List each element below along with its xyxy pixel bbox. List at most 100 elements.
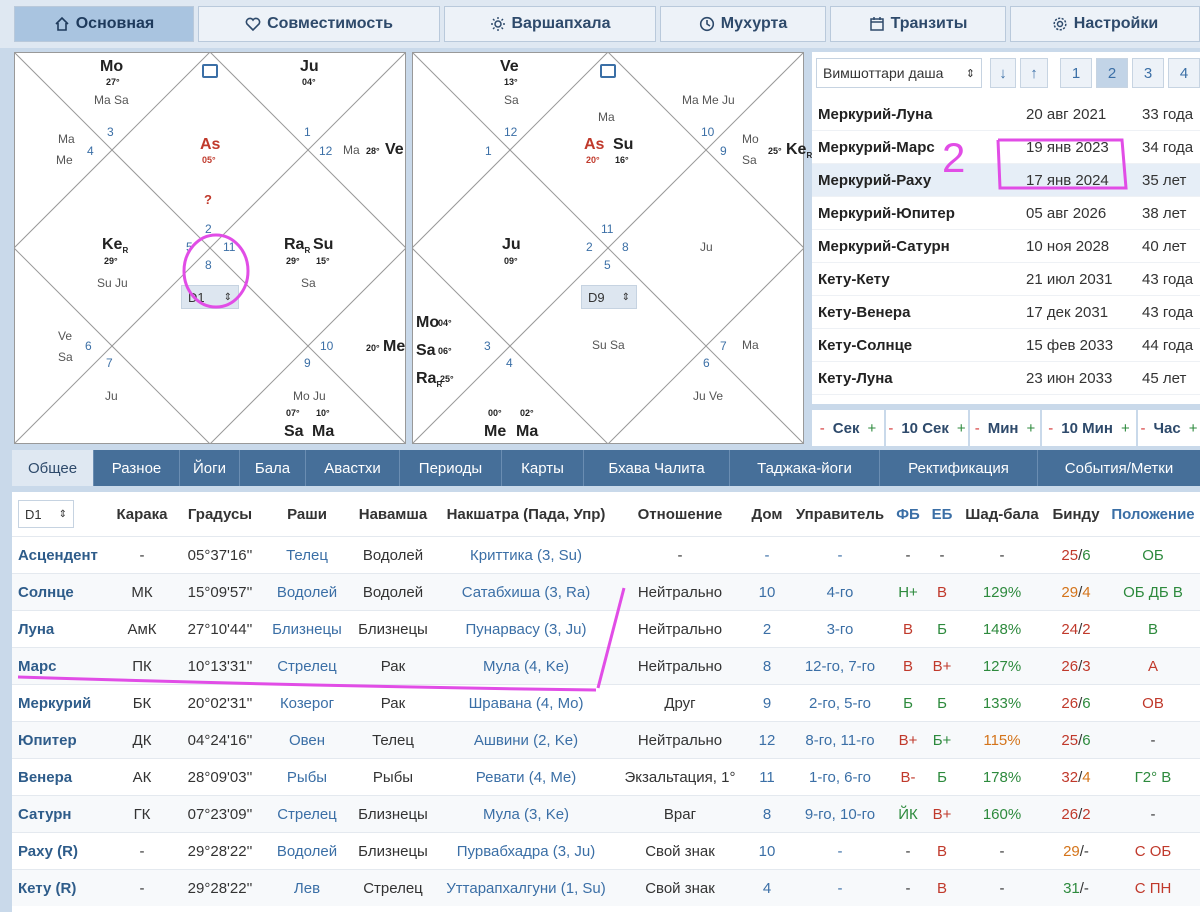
- cell-house[interactable]: -: [744, 537, 790, 573]
- tab-yogas[interactable]: Йоги: [180, 450, 240, 486]
- cell-nakshatra[interactable]: Сатабхиша (3, Ra): [436, 574, 616, 610]
- tab-varshaphala[interactable]: Варшапхала: [444, 6, 656, 42]
- cell-lord[interactable]: 9-го, 10-го: [790, 796, 890, 832]
- decrement-button[interactable]: -: [975, 420, 980, 437]
- cell-rashi[interactable]: Близнецы: [264, 611, 350, 647]
- cell-house[interactable]: 8: [744, 796, 790, 832]
- tab-tajaka-yogas[interactable]: Таджака-йоги: [730, 450, 880, 486]
- cell-nakshatra[interactable]: Ревати (4, Me): [436, 759, 616, 795]
- cell-house[interactable]: 9: [744, 685, 790, 721]
- cell-rashi[interactable]: Рыбы: [264, 759, 350, 795]
- cell-nakshatra[interactable]: Пурвабхадра (3, Ju): [436, 833, 616, 869]
- cell-lord[interactable]: 3-го: [790, 611, 890, 647]
- tab-events-tags[interactable]: События/Метки: [1038, 450, 1200, 486]
- tab-rectification[interactable]: Ректификация: [880, 450, 1038, 486]
- cell-lord[interactable]: 8-го, 11-го: [790, 722, 890, 758]
- table-division-select[interactable]: D1 ⇕: [18, 500, 74, 528]
- cell-rashi[interactable]: Водолей: [264, 574, 350, 610]
- cell-nakshatra[interactable]: Ашвини (2, Ke): [436, 722, 616, 758]
- table-row[interactable]: Раху (R) - 29°28'22'' Водолей Близнецы Пурваб…: [12, 832, 1200, 869]
- cell-house[interactable]: 11: [744, 759, 790, 795]
- cell-rashi[interactable]: Стрелец: [264, 648, 350, 684]
- dasha-row[interactable]: Меркурий-Луна 20 авг 2021 33 года: [812, 98, 1200, 131]
- table-row[interactable]: Луна АмК 27°10'44'' Близнецы Близнецы Пунарва…: [12, 610, 1200, 647]
- tab-general[interactable]: Общее: [12, 450, 94, 486]
- tab-charts[interactable]: Карты: [502, 450, 584, 486]
- cell-house[interactable]: 10: [744, 574, 790, 610]
- cell-house[interactable]: 4: [744, 870, 790, 906]
- column-header[interactable]: ФБ: [890, 492, 926, 536]
- cell-nakshatra[interactable]: Уттарапхалгуни (1, Su): [436, 870, 616, 906]
- increment-button[interactable]: +: [1121, 420, 1130, 437]
- cell-rashi[interactable]: Стрелец: [264, 796, 350, 832]
- decrement-button[interactable]: -: [1048, 420, 1053, 437]
- dasha-row[interactable]: Кету-Кету 21 июл 2031 43 года: [812, 263, 1200, 296]
- dasha-row[interactable]: Кету-Луна 23 июн 2033 45 лет: [812, 362, 1200, 395]
- table-row[interactable]: Сатурн ГК 07°23'09'' Стрелец Близнецы Мула (3…: [12, 795, 1200, 832]
- tab-periods[interactable]: Периоды: [400, 450, 502, 486]
- cell-nakshatra[interactable]: Мула (4, Ke): [436, 648, 616, 684]
- cell-nakshatra[interactable]: Криттика (3, Su): [436, 537, 616, 573]
- cell-house[interactable]: 12: [744, 722, 790, 758]
- dasha-system-select[interactable]: Вимшоттари даша ⇕: [816, 58, 982, 88]
- dasha-level-2[interactable]: 2: [1096, 58, 1128, 88]
- cell-rashi[interactable]: Козерог: [264, 685, 350, 721]
- cell-lord[interactable]: 2-го, 5-го: [790, 685, 890, 721]
- increment-button[interactable]: +: [1027, 420, 1036, 437]
- column-header[interactable]: Отношение: [616, 492, 744, 536]
- increment-button[interactable]: +: [1189, 420, 1198, 437]
- decrement-button[interactable]: -: [888, 420, 893, 437]
- column-header[interactable]: Бинду: [1046, 492, 1106, 536]
- dasha-row[interactable]: Меркурий-Марс 19 янв 2023 34 года: [812, 131, 1200, 164]
- column-header[interactable]: Управитель: [790, 492, 890, 536]
- tab-avasthi[interactable]: Авастхи: [306, 450, 400, 486]
- decrement-button[interactable]: -: [1141, 420, 1146, 437]
- table-row[interactable]: Меркурий БК 20°02'31'' Козерог Рак Шравана (4…: [12, 684, 1200, 721]
- dasha-level-1[interactable]: 1: [1060, 58, 1092, 88]
- cell-rashi[interactable]: Телец: [264, 537, 350, 573]
- column-header[interactable]: Дом: [744, 492, 790, 536]
- cell-nakshatra[interactable]: Пунарвасу (3, Ju): [436, 611, 616, 647]
- table-row[interactable]: Юпитер ДК 04°24'16'' Овен Телец Ашвини (2, Ke…: [12, 721, 1200, 758]
- cell-house[interactable]: 10: [744, 833, 790, 869]
- cell-house[interactable]: 2: [744, 611, 790, 647]
- tab-misc[interactable]: Разное: [94, 450, 180, 486]
- tab-muhurta[interactable]: Мухурта: [660, 6, 826, 42]
- cell-lord[interactable]: 4-го: [790, 574, 890, 610]
- chart-d1-division-select[interactable]: D1 ⇕: [181, 285, 239, 309]
- chart-toggle-icon[interactable]: [600, 64, 616, 78]
- chart-d9-division-select[interactable]: D9 ⇕: [581, 285, 637, 309]
- cell-nakshatra[interactable]: Мула (3, Ke): [436, 796, 616, 832]
- decrement-button[interactable]: -: [820, 420, 825, 437]
- column-header[interactable]: Градусы: [176, 492, 264, 536]
- tab-main[interactable]: Основная: [14, 6, 194, 42]
- table-row[interactable]: Солнце МК 15°09'57'' Водолей Водолей Сатабхиш…: [12, 573, 1200, 610]
- cell-lord[interactable]: -: [790, 537, 890, 573]
- tab-bala[interactable]: Бала: [240, 450, 306, 486]
- column-header[interactable]: ЕБ: [926, 492, 958, 536]
- dasha-row[interactable]: Меркурий-Юпитер 05 авг 2026 38 лет: [812, 197, 1200, 230]
- tab-compatibility[interactable]: Совместимость: [198, 6, 440, 42]
- increment-button[interactable]: +: [957, 420, 966, 437]
- column-header[interactable]: Раши: [264, 492, 350, 536]
- dasha-level-4[interactable]: 4: [1168, 58, 1200, 88]
- cell-lord[interactable]: 1-го, 6-го: [790, 759, 890, 795]
- column-header[interactable]: Положение: [1106, 492, 1200, 536]
- tab-settings[interactable]: Настройки: [1010, 6, 1200, 42]
- table-row[interactable]: Асцендент - 05°37'16'' Телец Водолей Криттика…: [12, 536, 1200, 573]
- increment-button[interactable]: +: [867, 420, 876, 437]
- tab-bhava-chalita[interactable]: Бхава Чалита: [584, 450, 730, 486]
- cell-rashi[interactable]: Водолей: [264, 833, 350, 869]
- column-header[interactable]: Карака: [108, 492, 176, 536]
- cell-lord[interactable]: -: [790, 833, 890, 869]
- column-header[interactable]: Навамша: [350, 492, 436, 536]
- dasha-row[interactable]: Кету-Венера 17 дек 2031 43 года: [812, 296, 1200, 329]
- cell-lord[interactable]: -: [790, 870, 890, 906]
- dasha-row[interactable]: Меркурий-Сатурн 10 ноя 2028 40 лет: [812, 230, 1200, 263]
- chart-toggle-icon[interactable]: [202, 64, 218, 78]
- sort-ascending-button[interactable]: ↑: [1020, 58, 1048, 88]
- column-header[interactable]: Накшатра (Пада, Упр): [436, 492, 616, 536]
- tab-transits[interactable]: Транзиты: [830, 6, 1006, 42]
- table-row[interactable]: Венера АК 28°09'03'' Рыбы Рыбы Ревати (4, Me)…: [12, 758, 1200, 795]
- dasha-level-3[interactable]: 3: [1132, 58, 1164, 88]
